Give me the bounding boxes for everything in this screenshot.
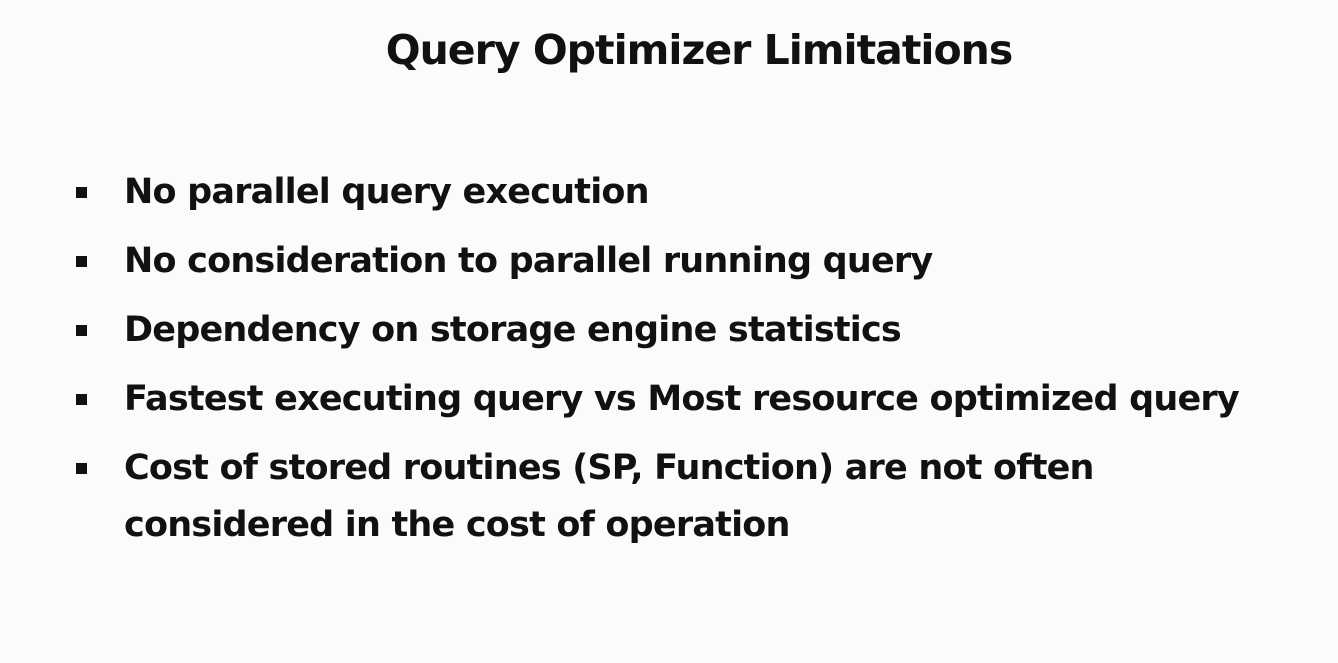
bullet-list: No parallel query execution No considera… xyxy=(73,164,1333,566)
bullet-text: Dependency on storage engine statistics xyxy=(124,310,902,350)
square-bullet-icon xyxy=(76,394,87,405)
bullet-item: Fastest executing query vs Most resource… xyxy=(73,371,1333,428)
bullet-text: Fastest executing query vs Most resource… xyxy=(124,379,1240,419)
bullet-item: Dependency on storage engine statistics xyxy=(73,302,1333,359)
bullet-text: No parallel query execution xyxy=(124,172,650,212)
square-bullet-icon xyxy=(76,256,87,267)
slide: Query Optimizer Limitations No parallel … xyxy=(0,0,1338,663)
bullet-item: No parallel query execution xyxy=(73,164,1333,221)
square-bullet-icon xyxy=(76,463,87,474)
slide-title: Query Optimizer Limitations xyxy=(385,26,1014,74)
square-bullet-icon xyxy=(76,187,87,198)
bullet-item: Cost of stored routines (SP, Function) a… xyxy=(73,440,1204,554)
bullet-text: Cost of stored routines (SP, Function) a… xyxy=(124,448,1094,545)
bullet-text: No consideration to parallel running que… xyxy=(124,241,933,281)
bullet-item: No consideration to parallel running que… xyxy=(73,233,1333,290)
square-bullet-icon xyxy=(76,325,87,336)
